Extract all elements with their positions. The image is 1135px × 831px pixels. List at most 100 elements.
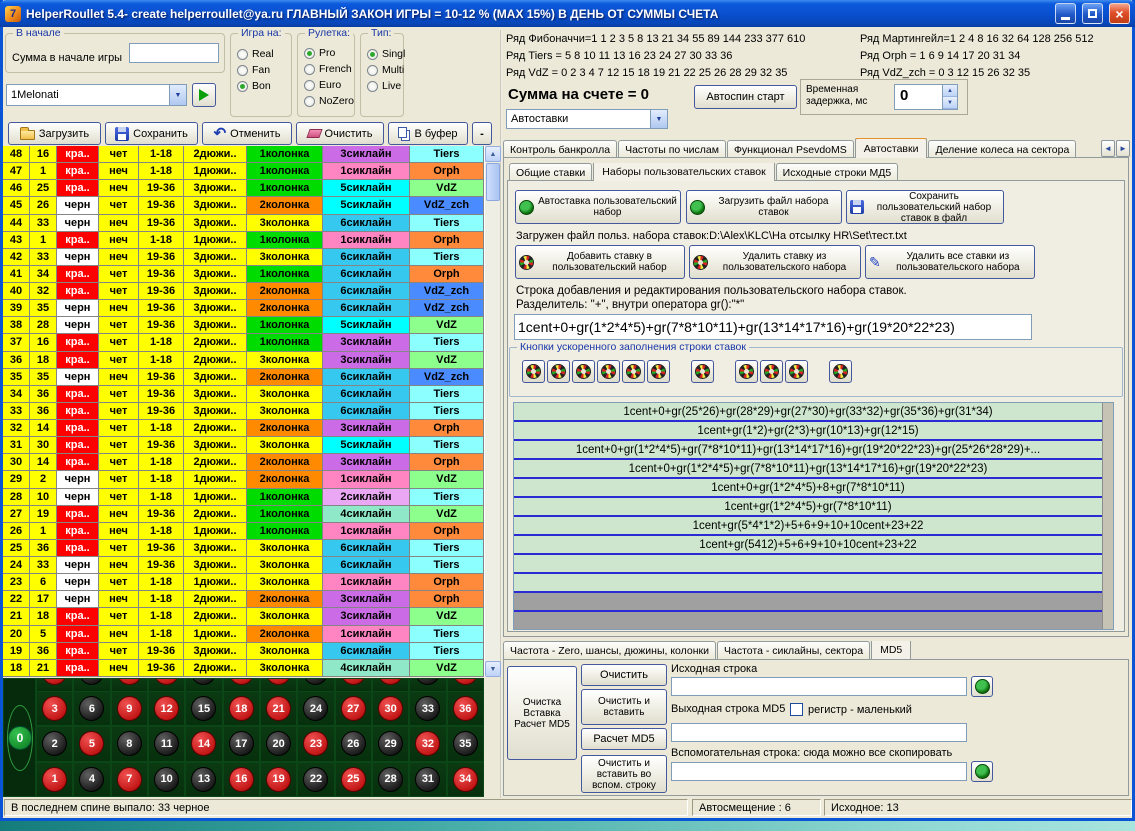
radio-option-live[interactable]: Live [367, 78, 405, 94]
table-row[interactable]: 2118кра..чет1-182дюжи..3колонка3сиклайнV… [3, 608, 484, 625]
radio-option-euro[interactable]: Euro [304, 77, 354, 93]
board-cell[interactable]: 15 [185, 691, 222, 726]
table-row[interactable]: 4625кра..неч19-363дюжи..1колонка5сиклайн… [3, 180, 484, 197]
board-cell[interactable]: 18 [223, 678, 260, 691]
board-cell[interactable]: 19 [260, 762, 297, 797]
table-row[interactable]: 236чернчет1-181дюжи..3колонка1сиклайнOrp… [3, 574, 484, 591]
board-cell[interactable]: 26 [335, 726, 372, 761]
board-cell[interactable]: 24 [297, 678, 334, 691]
board-zero[interactable]: 0 [8, 726, 32, 750]
radio-option-pro[interactable]: Pro [304, 45, 354, 61]
board-cell[interactable]: 1 [36, 762, 73, 797]
table-row[interactable]: 2810чернчет1-181дюжи..1колонка2сиклайнTi… [3, 489, 484, 506]
quick-fill-button-10[interactable] [785, 360, 808, 383]
scroll-up-button[interactable]: ▲ [485, 146, 501, 162]
radio-option-bon[interactable]: Bon [237, 78, 274, 94]
bet-string-input[interactable] [514, 314, 1032, 340]
inner-tab-1[interactable]: Общие ставки [509, 163, 592, 181]
md5-source-go-button[interactable] [971, 676, 993, 697]
table-row[interactable]: 4816кра..чет1-182дюжи..1колонка3сиклайнT… [3, 146, 484, 163]
md5-aux-input[interactable] [671, 762, 967, 781]
board-cell[interactable]: 4 [73, 762, 110, 797]
save-bet-file-button[interactable]: Сохранить пользовательский набор ставок … [846, 190, 1004, 224]
board-cell[interactable]: 21 [260, 691, 297, 726]
board-cell[interactable]: 27 [335, 691, 372, 726]
table-row[interactable]: 4433черннеч19-363дюжи..3колонка6сиклайнT… [3, 215, 484, 232]
table-row[interactable]: 3436кра..чет19-363дюжи..3колонка6сиклайн… [3, 386, 484, 403]
quick-fill-button-2[interactable] [547, 360, 570, 383]
board-cell[interactable]: 24 [297, 691, 334, 726]
table-row[interactable]: 3535черннеч19-363дюжи..2колонка6сиклайнV… [3, 369, 484, 386]
board-cell[interactable]: 3 [36, 691, 73, 726]
board-cell[interactable]: 30 [372, 691, 409, 726]
table-row[interactable]: 2536кра..чет19-363дюжи..3колонка6сиклайн… [3, 540, 484, 557]
board-cell[interactable]: 11 [148, 726, 185, 761]
load-button[interactable]: Загрузить [8, 122, 101, 145]
close-button[interactable]: × [1109, 3, 1130, 24]
radio-option-singl[interactable]: Singl [367, 46, 405, 62]
table-row[interactable]: 4233черннеч19-363дюжи..3колонка6сиклайнT… [3, 249, 484, 266]
table-row[interactable]: 3130кра..чет19-363дюжи..3колонка5сиклайн… [3, 437, 484, 454]
board-cell[interactable]: 9 [111, 691, 148, 726]
bet-list[interactable]: 1cent+0+gr(25*26)+gr(28*29)+gr(27*30)+gr… [513, 402, 1114, 630]
quick-fill-button-5[interactable] [622, 360, 645, 383]
table-scrollbar[interactable]: ▲ ▼ [484, 146, 500, 677]
radio-option-nozero[interactable]: NoZero [304, 93, 354, 109]
board-cell[interactable]: 33 [409, 691, 446, 726]
board-cell[interactable]: 33 [409, 678, 446, 691]
board-cell[interactable]: 25 [335, 762, 372, 797]
copy-to-buffer-button[interactable]: В буфер [388, 122, 468, 145]
bet-list-item[interactable]: 1cent+0+gr(1*2*4*5)+8+gr(7*8*10*11) [514, 479, 1102, 498]
table-row[interactable]: 1821кра..неч19-362дюжи..3колонка4сиклайн… [3, 660, 484, 677]
board-cell[interactable]: 29 [372, 726, 409, 761]
minimize-button[interactable] [1055, 3, 1076, 24]
table-row[interactable]: 3336кра..чет19-363дюжи..3колонка6сиклайн… [3, 403, 484, 420]
board-cell[interactable]: 30 [372, 678, 409, 691]
table-row[interactable]: 205кра..неч1-181дюжи..2колонка1сиклайнTi… [3, 626, 484, 643]
bet-list-scrollbar[interactable] [1102, 403, 1113, 629]
board-cell[interactable]: 27 [335, 678, 372, 691]
table-row[interactable]: 1936кра..чет19-363дюжи..3колонка6сиклайн… [3, 643, 484, 660]
bottom-tab-1[interactable]: Частота - Zero, шансы, дюжины, колонки [503, 641, 716, 659]
radio-option-multi[interactable]: Multi [367, 62, 405, 78]
board-cell[interactable]: 10 [148, 762, 185, 797]
load-bet-file-button[interactable]: Загрузить файл набора ставок [686, 190, 842, 224]
bet-list-item[interactable]: 1cent+gr(5*4*1*2)+5+6+9+10+10cent+23+22 [514, 517, 1102, 536]
board-cell[interactable]: 8 [111, 726, 148, 761]
radio-option-real[interactable]: Real [237, 46, 274, 62]
delete-bet-button[interactable]: Удалить ставку из пользовательского набо… [689, 245, 861, 279]
main-tab-5[interactable]: Деление колеса на сектора [928, 140, 1076, 158]
table-row[interactable]: 2719кра..неч19-362дюжи..1колонка4сиклайн… [3, 506, 484, 523]
quick-fill-button-6[interactable] [647, 360, 670, 383]
chevron-down-icon[interactable]: ▼ [650, 110, 667, 128]
md5-source-input[interactable] [671, 677, 967, 696]
start-sum-input[interactable] [129, 43, 219, 63]
inner-tab-2[interactable]: Наборы пользовательских ставок [593, 163, 774, 181]
tab-scroll-right[interactable]: ► [1116, 140, 1130, 157]
table-row[interactable]: 292чернчет1-181дюжи..2колонка1сиклайнVdZ [3, 471, 484, 488]
bet-list-item[interactable]: 1cent+gr(1*2*4*5)+gr(7*8*10*11) [514, 498, 1102, 517]
board-cell[interactable]: 22 [297, 762, 334, 797]
undo-button[interactable]: ↶Отменить [202, 122, 292, 145]
table-row[interactable]: 3828чернчет19-363дюжи..1колонка5сиклайнV… [3, 317, 484, 334]
board-cell[interactable]: 2 [36, 726, 73, 761]
board-cell[interactable]: 35 [447, 726, 484, 761]
board-cell[interactable]: 31 [409, 762, 446, 797]
collapse-button[interactable]: - [472, 122, 492, 145]
autospin-start-button[interactable]: Автоспин старт [694, 85, 797, 109]
md5-clear-paste-aux-button[interactable]: Очистить и вставить во вспом. строку [581, 755, 667, 793]
bet-list-item[interactable]: 1cent+0+gr(25*26)+gr(28*29)+gr(27*30)+gr… [514, 403, 1102, 422]
quick-fill-button-1[interactable] [522, 360, 545, 383]
delay-spinner[interactable]: 0 ▲ ▼ [894, 84, 958, 110]
main-tab-4[interactable]: Автоставки [855, 138, 928, 158]
board-cell[interactable]: 14 [185, 726, 222, 761]
radio-option-french[interactable]: French [304, 61, 354, 77]
board-cell[interactable]: 32 [409, 726, 446, 761]
board-cell[interactable]: 18 [223, 691, 260, 726]
quick-fill-button-7[interactable] [691, 360, 714, 383]
md5-output-input[interactable] [671, 723, 967, 742]
board-cell[interactable]: 36 [447, 678, 484, 691]
md5-big-button[interactable]: Очистка Вставка Расчет MD5 [507, 666, 577, 760]
bottom-tab-3[interactable]: MD5 [871, 641, 911, 659]
board-zero-cell[interactable]: 0 [3, 678, 36, 797]
